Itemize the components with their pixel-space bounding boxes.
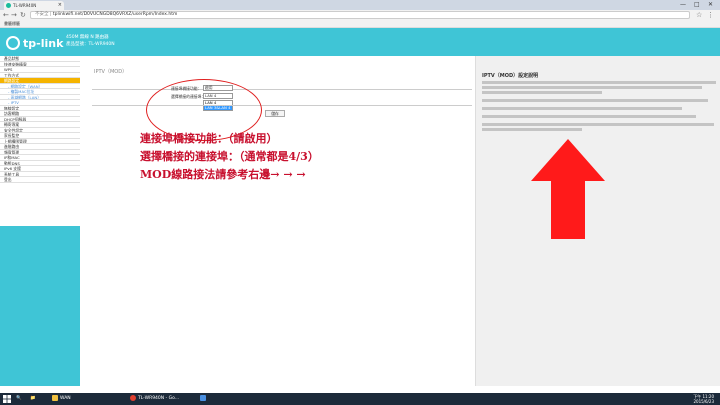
help-text-line xyxy=(482,115,696,118)
menu-icon[interactable]: ⋮ xyxy=(707,10,714,20)
taskbar-icon-explorer[interactable]: 📁 xyxy=(30,393,36,405)
help-text-line xyxy=(482,128,582,131)
product-name: 450M 無線 N 路由器 xyxy=(66,35,109,40)
help-text-line xyxy=(482,107,682,110)
reload-icon[interactable]: ↻ xyxy=(20,10,26,20)
product-model: 產品型號：TL-WR940N xyxy=(66,42,115,47)
app-icon xyxy=(200,394,206,401)
chrome-icon xyxy=(130,394,136,401)
help-text-line xyxy=(482,81,716,84)
red-up-arrow-icon xyxy=(531,139,605,239)
main-panel: IPTV（MOD） 連接埠橋接功能： 啟用 選擇橋接的連接埠： LAN 4 LA… xyxy=(80,56,476,386)
help-text-line xyxy=(482,91,602,94)
window-maximize-button[interactable]: □ xyxy=(694,0,700,9)
router-header: tp-link 450M 無線 N 路由器 產品型號：TL-WR940N xyxy=(0,28,720,56)
taskbar-item-3[interactable] xyxy=(200,393,208,405)
url-security-label: 不安全 | xyxy=(35,12,52,17)
browser-tabbar: TL-WR940N × — □ ✕ xyxy=(0,0,720,10)
page-title: IPTV（MOD） xyxy=(94,69,128,75)
product-info: 450M 無線 N 路由器 產品型號：TL-WR940N xyxy=(66,34,115,48)
back-icon[interactable]: ← xyxy=(3,10,9,20)
annotation-line-3: MOD線路接法請參考右邊→ → → xyxy=(140,168,306,181)
taskbar-icon-search[interactable]: 🔍 xyxy=(16,393,22,405)
address-bar: ← → ↻ 不安全 | tplinkwifi.net/D0VUCNGD8Q6VR… xyxy=(0,10,720,20)
clock-date: 2015/6/23 xyxy=(693,399,714,404)
help-text-line xyxy=(482,123,714,126)
taskbar-item-chrome[interactable]: TL-WR940N - Go... xyxy=(130,393,179,405)
sidebar-item[interactable]: 登出 xyxy=(0,177,80,183)
taskbar-clock: 下午 11:20 2015/6/23 xyxy=(693,394,714,404)
divider xyxy=(92,89,472,90)
forward-icon[interactable]: → xyxy=(11,10,17,20)
tab-favicon-icon xyxy=(6,3,11,8)
logo-text: tp-link xyxy=(23,37,64,50)
browser-tab[interactable]: TL-WR940N × xyxy=(4,1,64,10)
tp-link-logo-icon xyxy=(6,36,20,50)
sidebar-menu: 產品狀態 快速安裝精靈 WPS 工作方式 網路設定 - 網路設定（WAN） - 複製MAC位… xyxy=(0,56,80,226)
taskbar-item-label: TL-WR940N - Go... xyxy=(138,396,180,401)
help-panel: IPTV（MOD）設定說明 xyxy=(476,56,720,386)
annotation-line-2: 選擇橋接的連接埠：（通常都是4/3） xyxy=(140,150,319,163)
folder-icon xyxy=(52,394,58,401)
taskbar-item-label: WAN xyxy=(60,396,71,401)
taskbar-item-wan[interactable]: WAN xyxy=(52,393,71,405)
help-text-line xyxy=(482,99,708,102)
star-icon[interactable]: ☆ xyxy=(696,10,702,20)
windows-taskbar: 🔍 📁 WAN TL-WR940N - Go... 下午 11:20 2015/… xyxy=(0,393,720,405)
tab-title: TL-WR940N xyxy=(13,3,37,8)
save-button[interactable]: 儲存 xyxy=(265,110,285,117)
annotation-line-1: 連接埠橋接功能：（請啟用） xyxy=(140,132,278,145)
window-minimize-button[interactable]: — xyxy=(680,0,686,9)
bookmarks-bar: 書籤標籤 xyxy=(0,20,720,28)
bookmark-item[interactable]: 書籤標籤 xyxy=(4,21,20,26)
sidebar-background xyxy=(0,226,80,386)
url-input[interactable]: 不安全 | tplinkwifi.net/D0VUCNGD8Q6VRXZ/use… xyxy=(30,11,690,19)
windows-start-icon[interactable] xyxy=(3,395,11,403)
help-title: IPTV（MOD）設定說明 xyxy=(482,73,539,79)
url-text: tplinkwifi.net/D0VUCNGD8Q6VRXZ/userRpm/I… xyxy=(52,12,178,17)
tab-close-icon[interactable]: × xyxy=(58,1,62,10)
window-close-button[interactable]: ✕ xyxy=(708,0,713,9)
help-text-line xyxy=(482,86,702,89)
